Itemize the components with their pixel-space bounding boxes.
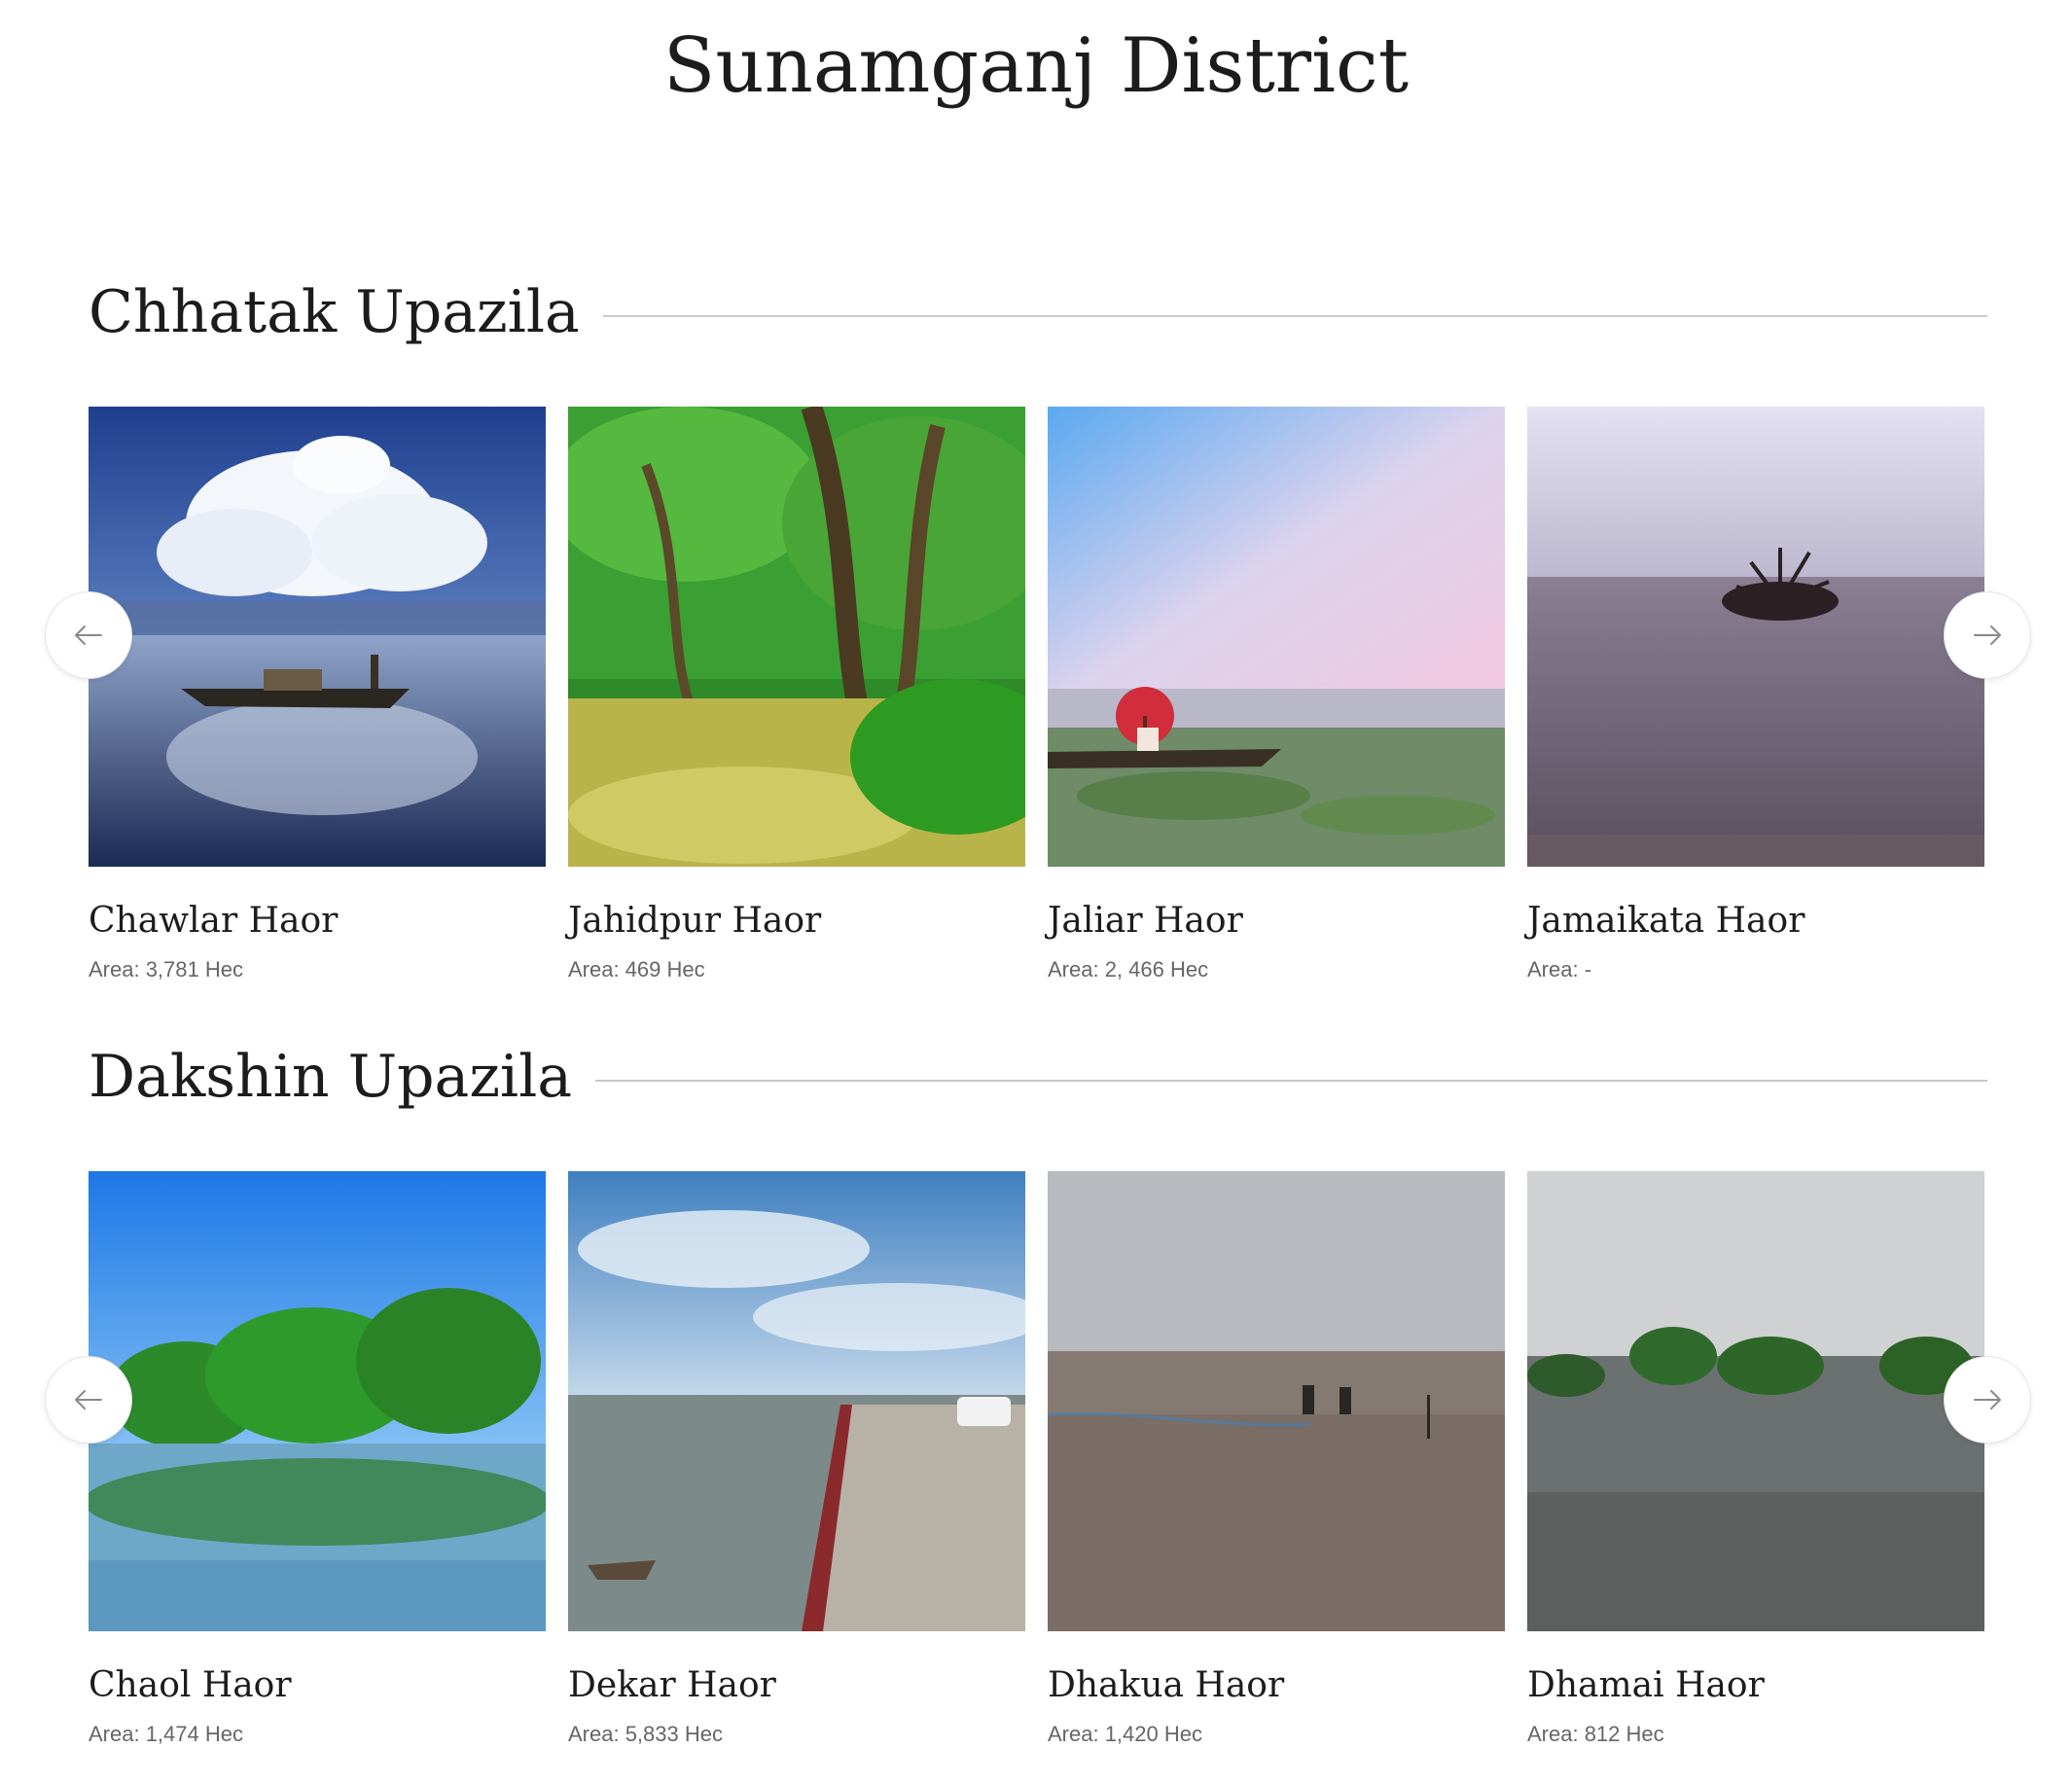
section-header: Dakshin Upazila [89,1033,1987,1121]
carousel-next-button[interactable] [1944,591,2031,679]
section-title: Dakshin Upazila [89,1043,573,1111]
haor-photo[interactable] [89,1171,546,1631]
arrow-right-icon [1974,1390,2001,1409]
haor-card[interactable]: Chawlar Haor Area: 3,781 Hec [89,407,546,983]
haor-area: Area: - [1527,957,1592,981]
haor-name[interactable]: Chaol Haor [89,1664,546,1707]
section-title: Chhatak Upazila [89,278,580,346]
card-track: Chaol Haor Area: 1,474 Hec Dekar Haor Ar… [89,1171,1987,1748]
haor-photo[interactable] [568,407,1025,867]
section-dakshin-upazila: Dakshin Upazila Chaol Haor Area: 1,474 H… [45,1033,2031,1784]
haor-area: Area: 1,474 Hec [89,1722,243,1746]
arrow-left-icon [75,1390,102,1409]
haor-area: Area: 1,420 Hec [1048,1722,1202,1746]
section-header: Chhatak Upazila [89,268,1987,356]
carousel-prev-button[interactable] [45,1356,132,1444]
haor-card[interactable]: Dekar Haor Area: 5,833 Hec [568,1171,1025,1748]
haor-card[interactable]: Jahidpur Haor Area: 469 Hec [568,407,1025,983]
haor-name[interactable]: Dhamai Haor [1527,1664,1984,1707]
carousel-prev-button[interactable] [45,591,132,679]
haor-card[interactable]: Dhamai Haor Area: 812 Hec [1527,1171,1984,1748]
haor-card[interactable]: Dhakua Haor Area: 1,420 Hec [1048,1171,1505,1748]
haor-name[interactable]: Jaliar Haor [1048,900,1505,943]
haor-photo[interactable] [568,1171,1025,1631]
arrow-right-icon [1974,625,2001,645]
haor-photo[interactable] [1048,1171,1505,1631]
section-divider [595,1080,1987,1082]
haor-card[interactable]: Jaliar Haor Area: 2, 466 Hec [1048,407,1505,983]
haor-name[interactable]: Chawlar Haor [89,900,546,943]
page-title: Sunamganj District [662,22,1410,110]
section-divider [602,315,1987,317]
haor-area: Area: 812 Hec [1527,1722,1664,1746]
haor-photo[interactable] [1527,1171,1984,1631]
haor-name[interactable]: Jamaikata Haor [1527,900,1984,943]
haor-card[interactable]: Chaol Haor Area: 1,474 Hec [89,1171,546,1748]
haor-photo[interactable] [1527,407,1984,867]
haor-area: Area: 3,781 Hec [89,957,243,981]
arrow-left-icon [75,625,102,645]
carousel-next-button[interactable] [1944,1356,2031,1444]
haor-name[interactable]: Dekar Haor [568,1664,1025,1707]
haor-photo[interactable] [89,407,546,867]
haor-area: Area: 2, 466 Hec [1048,957,1209,981]
haor-area: Area: 469 Hec [568,957,705,981]
haor-photo[interactable] [1048,407,1505,867]
haor-name[interactable]: Jahidpur Haor [568,900,1025,943]
haor-name[interactable]: Dhakua Haor [1048,1664,1505,1707]
haor-area: Area: 5,833 Hec [568,1722,723,1746]
haor-carousel: Chaol Haor Area: 1,474 Hec Dekar Haor Ar… [45,1171,2031,1784]
haor-carousel: Chawlar Haor Area: 3,781 Hec Jahidpur Ha… [45,407,2031,1019]
haor-card[interactable]: Jamaikata Haor Area: - [1527,407,1984,983]
section-chhatak-upazila: Chhatak Upazila Chawlar Haor Area: 3,781… [45,268,2031,1019]
card-track: Chawlar Haor Area: 3,781 Hec Jahidpur Ha… [89,407,1987,983]
